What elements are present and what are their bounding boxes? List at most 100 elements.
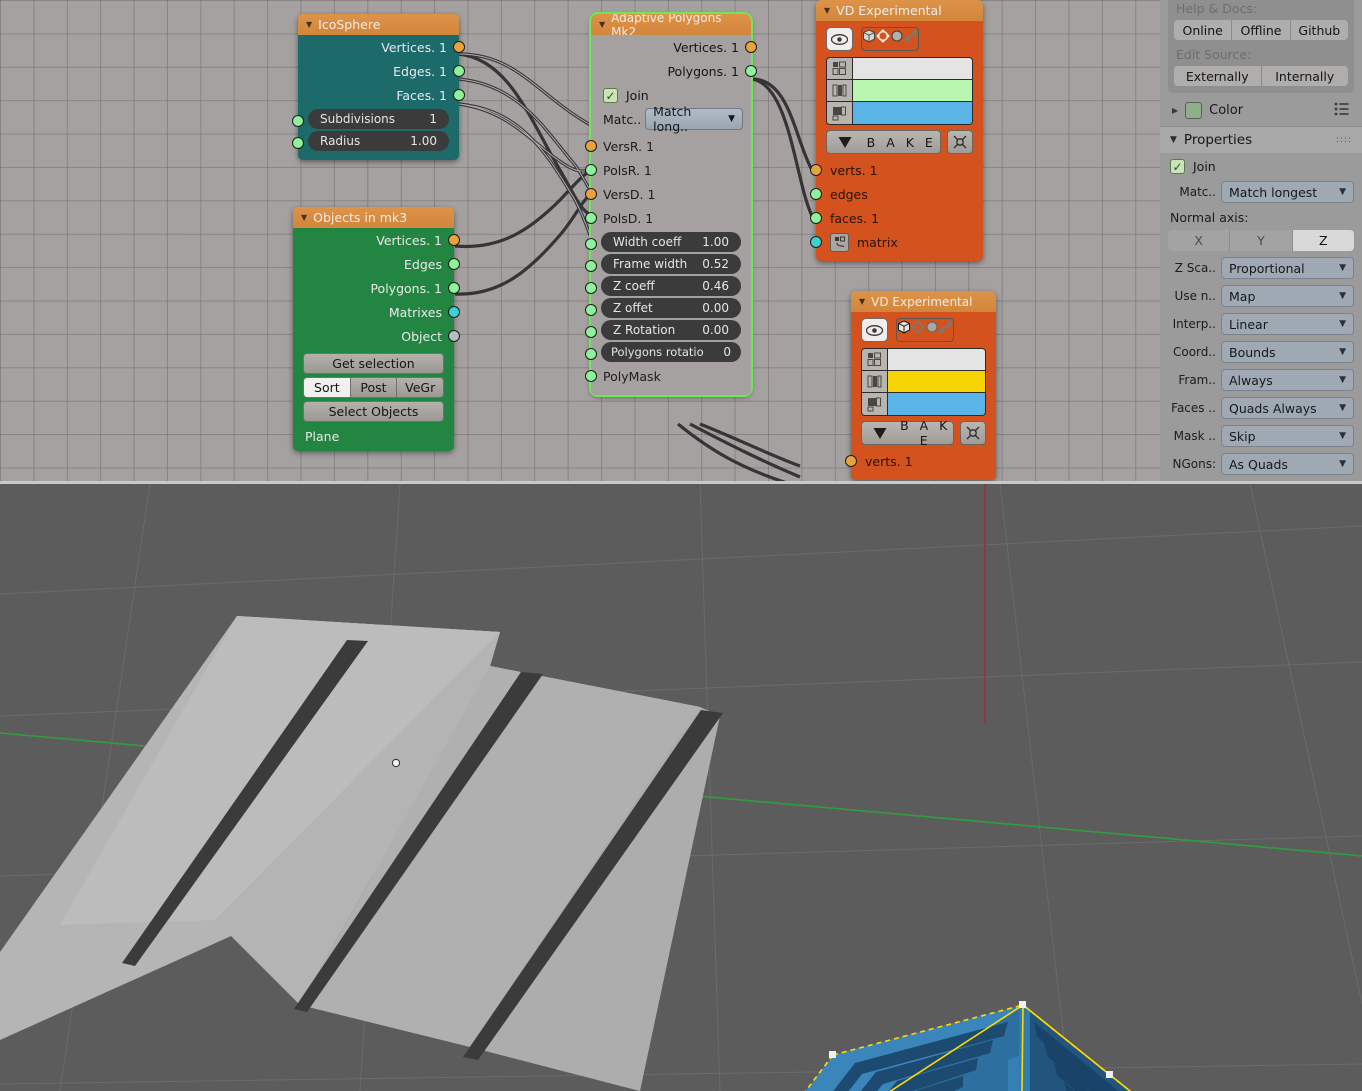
property-z-coeff[interactable]: Z coeff 0.46 (601, 276, 741, 296)
node-vd-experimental-2[interactable]: ▼ VD Experimental B A K E verts. 1 (845, 291, 996, 480)
socket-row-verts[interactable]: verts. 1 (845, 449, 996, 473)
socket-edges-out[interactable] (448, 258, 460, 270)
match-dropdown[interactable]: Match longest ▼ (1221, 181, 1354, 203)
socket-row-matrix[interactable]: matrix (810, 230, 983, 254)
offline-button[interactable]: Offline (1232, 20, 1291, 40)
property-width-coeff[interactable]: Width coeff 1.00 (601, 232, 741, 252)
frame-dropdown[interactable]: Always ▼ (1221, 369, 1354, 391)
color-swatch[interactable] (1185, 102, 1203, 119)
socket-row-edges[interactable]: Edges. 1 (298, 59, 465, 83)
color-row[interactable]: ▶ Color (1160, 93, 1362, 126)
property-polygons-rotation[interactable]: Polygons rotatio 0 (601, 342, 741, 362)
vertex-color-swatch[interactable] (888, 349, 985, 370)
socket-row-edges[interactable]: edges (810, 182, 983, 206)
socket-z-coeff-in[interactable] (585, 282, 597, 294)
curve-icon[interactable] (904, 28, 918, 50)
z-scale-dropdown[interactable]: Proportional ▼ (1221, 257, 1354, 279)
collapse-triangle-icon[interactable]: ▼ (301, 213, 307, 222)
cube-icon[interactable] (897, 319, 911, 341)
socket-z-rotation-in[interactable] (585, 326, 597, 338)
node-adaptive-header[interactable]: ▼ Adaptive Polygons Mk2 (591, 11, 751, 39)
sort-mode-segmented-control[interactable]: Sort Post VeGr (303, 377, 445, 398)
coordinates-row[interactable]: Coord.. Bounds ▼ (1160, 338, 1362, 366)
join-row[interactable]: ✓ Join (1160, 153, 1362, 178)
socket-row-polygons[interactable]: Polygons. 1 (293, 276, 460, 300)
collapse-triangle-icon[interactable]: ▼ (1170, 135, 1177, 145)
help-docs-buttons[interactable]: Online Offline Github (1174, 20, 1348, 40)
node-adaptive-polygons-mk2[interactable]: ▼ Adaptive Polygons Mk2 Vertices. 1 Poly… (585, 11, 757, 397)
socket-radius-in[interactable] (292, 137, 304, 149)
ngons-row[interactable]: NGons: As Quads ▼ (1160, 450, 1362, 478)
join-checkbox[interactable]: ✓ (1170, 159, 1185, 174)
edge-color-row[interactable] (827, 80, 972, 102)
axis-z-button[interactable]: Z (1292, 230, 1354, 251)
property-frame-width[interactable]: Frame width 0.52 (601, 254, 741, 274)
socket-row-polsr[interactable]: PolsR. 1 (585, 158, 751, 182)
cube-icon[interactable] (862, 28, 876, 50)
socket-vertices-out[interactable] (448, 234, 460, 246)
socket-row-verts[interactable]: verts. 1 (810, 158, 983, 182)
socket-versr-in[interactable] (585, 140, 597, 152)
socket-edges-out[interactable] (453, 65, 465, 77)
node-editor-area[interactable]: ▼ IcoSphere Vertices. 1 Edges. 1 Faces. … (0, 0, 1160, 484)
property-subdivisions[interactable]: Subdivisions 1 (308, 109, 449, 129)
node-objects-in-mk3[interactable]: ▼ Objects in mk3 Vertices. 1 Edges Polyg… (293, 207, 460, 451)
socket-row-versd[interactable]: VersD. 1 (585, 182, 751, 206)
socket-frame-width-in[interactable] (585, 260, 597, 272)
github-button[interactable]: Github (1290, 20, 1348, 40)
socket-polsr-in[interactable] (585, 164, 597, 176)
vd1-display-toolbar[interactable] (816, 21, 983, 54)
eye-icon[interactable] (826, 27, 853, 51)
match-dropdown-row[interactable]: Matc.. Match long.. ▼ (591, 104, 751, 134)
segment-vegr[interactable]: VeGr (397, 377, 445, 398)
externally-button[interactable]: Externally (1174, 66, 1262, 86)
face-color-swatch[interactable] (888, 393, 985, 415)
socket-row-faces[interactable]: faces. 1 (810, 206, 983, 230)
interpolation-dropdown[interactable]: Linear ▼ (1221, 313, 1354, 335)
circle-icon[interactable] (890, 28, 904, 50)
socket-z-offet-in[interactable] (585, 304, 597, 316)
socket-vertices-out[interactable] (453, 41, 465, 53)
collapse-triangle-icon[interactable]: ▼ (859, 297, 865, 306)
socket-polygons-rotation-in[interactable] (585, 348, 597, 360)
use-normal-dropdown[interactable]: Map ▼ (1221, 285, 1354, 307)
bake-options-icon[interactable] (960, 421, 986, 445)
match-row[interactable]: Matc.. Match longest ▼ (1160, 178, 1362, 206)
socket-row-vertices[interactable]: Vertices. 1 (591, 35, 757, 59)
node-vd-experimental-1[interactable]: ▼ VD Experimental B A K E verts. 1 edges… (810, 0, 983, 261)
property-z-rotation[interactable]: Z Rotation 0.00 (601, 320, 741, 340)
socket-polygons-out[interactable] (448, 282, 460, 294)
socket-row-polsd[interactable]: PolsD. 1 (585, 206, 751, 230)
vertex-color-row[interactable] (862, 349, 985, 371)
node-vd1-header[interactable]: ▼ VD Experimental (816, 0, 983, 21)
internally-button[interactable]: Internally (1261, 66, 1348, 86)
node-objects-header[interactable]: ▼ Objects in mk3 (293, 207, 454, 228)
bake-button[interactable]: B A K E (826, 130, 941, 154)
get-selection-button[interactable]: Get selection (303, 353, 444, 374)
collapse-triangle-icon[interactable]: ▼ (306, 20, 312, 29)
edit-source-buttons[interactable]: Externally Internally (1174, 66, 1348, 86)
axis-x-button[interactable]: X (1168, 230, 1231, 251)
socket-row-polymask[interactable]: PolyMask (585, 364, 751, 388)
use-normal-row[interactable]: Use n.. Map ▼ (1160, 282, 1362, 310)
socket-row-object[interactable]: Object (293, 324, 460, 348)
vd1-toggle-group[interactable] (861, 27, 919, 51)
join-checkbox[interactable]: ✓ (603, 88, 618, 103)
socket-row-polygons[interactable]: Polygons. 1 (591, 59, 757, 83)
select-objects-button[interactable]: Select Objects (303, 401, 444, 422)
vd2-toggle-group[interactable] (896, 318, 954, 342)
segment-post[interactable]: Post (350, 377, 398, 398)
face-color-row[interactable] (827, 102, 972, 124)
properties-panel-header[interactable]: ▼ Properties :::: (1160, 126, 1362, 153)
socket-row-faces[interactable]: Faces. 1 (298, 83, 465, 107)
curve-icon[interactable] (939, 319, 953, 341)
join-checkbox-row[interactable]: ✓ Join (591, 83, 751, 105)
socket-vertices-out[interactable] (745, 41, 757, 53)
edge-color-swatch[interactable] (888, 371, 985, 392)
collapse-triangle-icon[interactable]: ▼ (599, 20, 605, 29)
bake-button[interactable]: B A K E (861, 418, 954, 448)
vd2-display-toolbar[interactable] (851, 312, 996, 345)
vd1-color-swatches[interactable] (826, 57, 973, 125)
faces-dropdown[interactable]: Quads Always ▼ (1221, 397, 1354, 419)
mask-row[interactable]: Mask .. Skip ▼ (1160, 422, 1362, 450)
